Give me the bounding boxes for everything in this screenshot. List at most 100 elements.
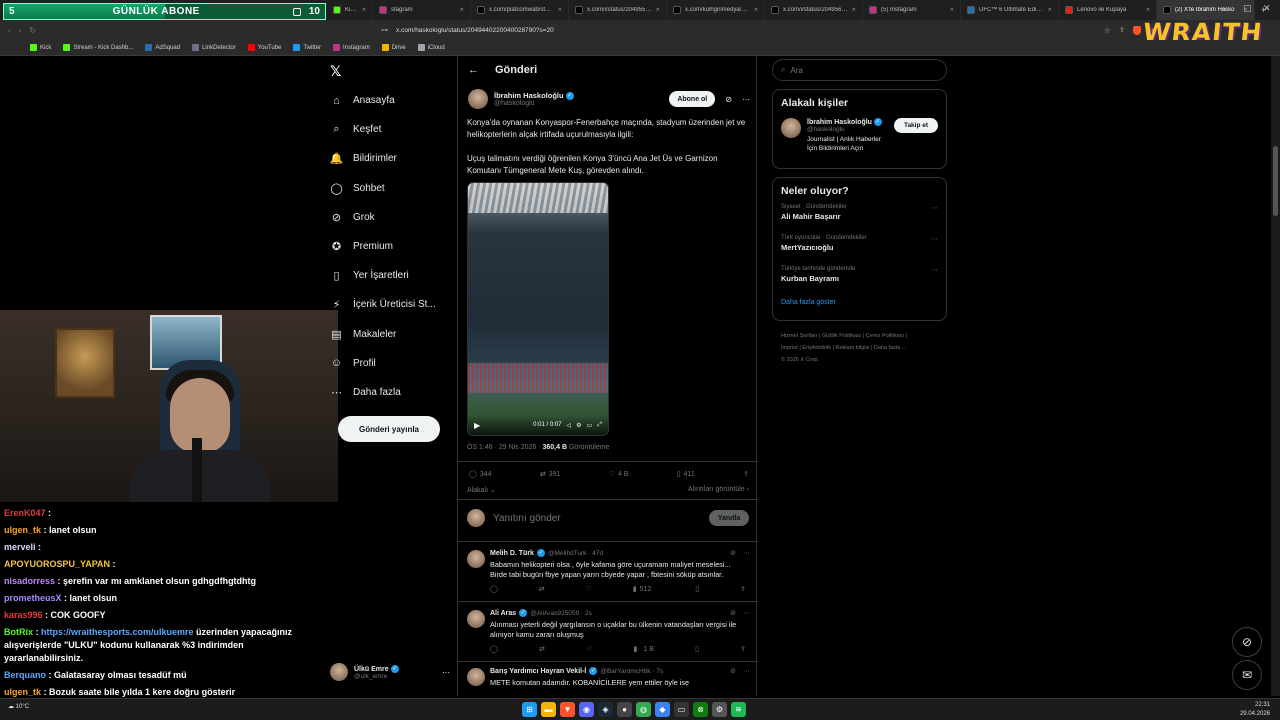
- avatar[interactable]: [781, 118, 801, 138]
- more-icon[interactable]: ⋯: [743, 609, 750, 617]
- nav-item-creator[interactable]: ⚡ İçerik Üreticisi St...: [330, 290, 450, 319]
- reply-action[interactable]: ◯ 344: [469, 470, 492, 479]
- reply-author-name[interactable]: Melih D. Türk: [490, 550, 534, 557]
- tab-close-icon[interactable]: ✕: [656, 7, 660, 13]
- messages-float-button[interactable]: ✉: [1232, 660, 1262, 690]
- post-video[interactable]: ▶ 0:01 / 0:07 ◁ ⚙ ▭ ⤢: [467, 182, 609, 436]
- browser-tab[interactable]: Lenovo ile Kupaya ✕: [1059, 0, 1157, 20]
- tab-close-icon[interactable]: ✕: [950, 7, 954, 13]
- spotify-icon[interactable]: ≋: [731, 702, 746, 717]
- nav-item-grok[interactable]: ⊘ Grok: [330, 203, 450, 232]
- more-icon[interactable]: ⋯: [442, 668, 450, 677]
- reply-author-handle[interactable]: @BarYardmcHbk · 7s: [600, 668, 727, 675]
- more-icon[interactable]: ⋯: [931, 266, 938, 274]
- browser-tab[interactable]: x.com/i/status/2049556336 ✕: [569, 0, 667, 20]
- system-clock[interactable]: 22:31 29.04.2026: [1240, 701, 1270, 719]
- like-action[interactable]: ♡ 4 B: [609, 470, 629, 479]
- trend-item[interactable]: Türkiye tarihinde gündemde Kurban Bayramı…: [781, 266, 938, 297]
- bookmark-item[interactable]: Instagram: [333, 44, 370, 51]
- nav-item-bell[interactable]: 🔔 Bildirimler: [330, 144, 450, 173]
- avatar[interactable]: [467, 550, 485, 568]
- trend-item[interactable]: Türk oyuncular · Gündemdekiler MertYazıcı…: [781, 235, 938, 266]
- nav-item-chat[interactable]: ◯ Sohbet: [330, 174, 450, 203]
- grok-float-button[interactable]: ⊘: [1232, 627, 1262, 657]
- footer-line-2[interactable]: İmprint | Erişilebilirlik | Reklam bilgi…: [781, 342, 947, 354]
- views-action[interactable]: ▮ 1 B: [634, 645, 654, 654]
- bookmark-item[interactable]: iCloud: [417, 44, 445, 51]
- obs-icon[interactable]: ●: [617, 702, 632, 717]
- settings-icon[interactable]: ⚙: [576, 422, 581, 429]
- show-more-link[interactable]: Daha fazla göster: [781, 299, 938, 306]
- post-timestamp[interactable]: ÖS 1:46 · 29 Nis 2026 ·: [467, 444, 541, 451]
- nav-item-more[interactable]: ⋯ Daha fazla: [330, 378, 450, 407]
- chat-username[interactable]: merveli: [4, 542, 36, 552]
- account-switcher[interactable]: Ülkü Emre ✓ @ulk_emre ⋯: [330, 660, 450, 684]
- discord-icon[interactable]: ◉: [579, 702, 594, 717]
- tab-close-icon[interactable]: ✕: [754, 7, 758, 13]
- fullscreen-icon[interactable]: ⤢: [597, 422, 602, 429]
- scrollbar-thumb[interactable]: [1273, 146, 1278, 216]
- like-action[interactable]: ♡: [586, 645, 592, 653]
- settings-icon[interactable]: ⚙: [712, 702, 727, 717]
- share-icon[interactable]: ⇪: [1119, 26, 1125, 34]
- grok-icon[interactable]: ⊘: [730, 609, 736, 617]
- avatar[interactable]: [467, 610, 485, 628]
- browser-tab[interactable]: stagram ✕: [373, 0, 471, 20]
- share-icon[interactable]: ⇪: [740, 645, 746, 653]
- author-handle[interactable]: @haskologlu: [494, 100, 663, 107]
- nav-item-home[interactable]: ⌂ Anasayfa: [330, 86, 450, 115]
- tab-close-icon[interactable]: ✕: [362, 7, 366, 13]
- repost-action[interactable]: ⇄ 391: [540, 470, 561, 479]
- reply-input[interactable]: Yanıtını gönder: [493, 513, 701, 524]
- back-icon[interactable]: ‹: [8, 26, 11, 35]
- follow-button[interactable]: Takip et: [894, 118, 938, 133]
- author-name[interactable]: İbrahim Haskoloğlu: [494, 91, 564, 100]
- trend-item[interactable]: Siyaset · Gündemdekiler Ali Mahir Başarır…: [781, 204, 938, 235]
- tab-close-icon[interactable]: ✕: [1048, 7, 1052, 13]
- captions-icon[interactable]: ▭: [587, 422, 593, 429]
- chat-username[interactable]: BotRix: [4, 627, 33, 637]
- minimize-icon[interactable]: –: [1222, 3, 1227, 13]
- reply-author-name[interactable]: Barış Yardımcı Hayran Vekil-İ: [490, 668, 586, 675]
- x-logo-icon[interactable]: 𝕏: [330, 63, 341, 80]
- nav-item-bookmark[interactable]: ▯ Yer İşaretleri: [330, 261, 450, 290]
- share-icon[interactable]: ⇪: [743, 470, 749, 478]
- browser-tab[interactable]: x.com/i/status/2049561183 ✕: [765, 0, 863, 20]
- page-scrollbar[interactable]: [1271, 56, 1280, 696]
- file-explorer-icon[interactable]: ▬: [541, 702, 556, 717]
- nav-item-search[interactable]: ⌕ Keşfet: [330, 115, 450, 144]
- nav-item-profile[interactable]: ☺ Profil: [330, 349, 450, 378]
- avatar[interactable]: [467, 668, 485, 686]
- app-icon[interactable]: ◆: [655, 702, 670, 717]
- reply-post[interactable]: Melih D. Türk ✓ @MelihdTurk · 47d ⊘ ⋯ Babamın…: [458, 544, 758, 602]
- reply-button[interactable]: Yanıtla: [709, 510, 749, 526]
- more-icon[interactable]: ⋯: [931, 235, 938, 243]
- reply-icon[interactable]: ◯: [490, 585, 498, 593]
- repost-icon[interactable]: ⇄: [539, 645, 545, 653]
- reply-author-handle[interactable]: @MelihdTurk · 47d: [548, 550, 727, 557]
- reply-post[interactable]: Ali Aras ✓ @AliAras925059 · 2s ⊘ ⋯ Alınması y…: [458, 604, 758, 662]
- nav-item-articles[interactable]: ▤ Makaleler: [330, 320, 450, 349]
- bookmark-item[interactable]: Twitter: [293, 44, 321, 51]
- bookmark-icon[interactable]: ▯: [695, 585, 699, 593]
- browser-tab[interactable]: (5) Instagram ✕: [863, 0, 961, 20]
- chrome-icon[interactable]: ◍: [636, 702, 651, 717]
- weather-widget[interactable]: ☁ 10°C: [8, 703, 29, 710]
- post-button[interactable]: Gönderi yayınla: [338, 416, 440, 442]
- bookmark-item[interactable]: Drive: [381, 44, 406, 51]
- bookmark-item[interactable]: YouTube: [247, 44, 281, 51]
- tab-close-icon[interactable]: ✕: [558, 7, 562, 13]
- bookmark-action[interactable]: ▯ 411: [677, 470, 695, 479]
- chat-username[interactable]: ErenK047: [4, 508, 46, 518]
- chat-username[interactable]: karas996: [4, 610, 43, 620]
- play-icon[interactable]: ▶: [474, 421, 480, 430]
- maximize-icon[interactable]: ▢: [1243, 3, 1252, 14]
- back-arrow-icon[interactable]: ←: [468, 64, 479, 76]
- nav-item-premium[interactable]: ✪ Premium: [330, 232, 450, 261]
- xbox-icon[interactable]: ⊗: [693, 702, 708, 717]
- repost-icon[interactable]: ⇄: [539, 585, 545, 593]
- view-quotes-link[interactable]: Alıntıları görüntüle ›: [688, 486, 749, 494]
- chat-username[interactable]: APOYUOROSPU_YAPAN: [4, 559, 110, 569]
- forward-icon[interactable]: ›: [19, 26, 22, 35]
- chat-username[interactable]: ulgen_tk: [4, 525, 41, 535]
